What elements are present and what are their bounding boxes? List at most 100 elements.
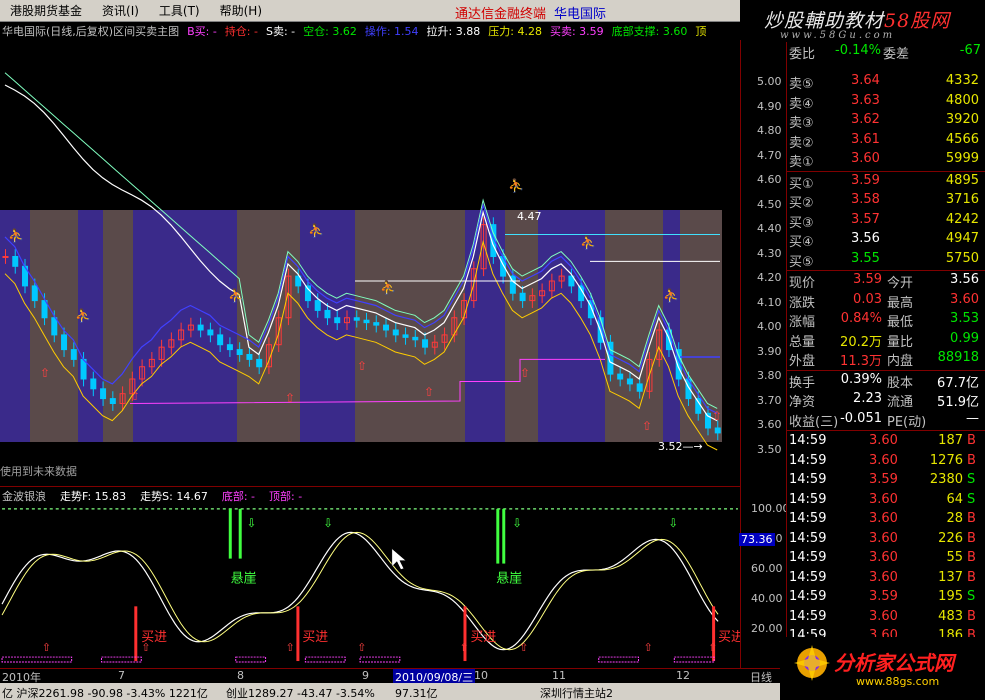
candle-body (402, 334, 409, 338)
header-field: 底部支撑: 3.60 (611, 25, 688, 38)
menu-help[interactable]: 帮助(H) (210, 2, 272, 19)
quote-cell: 14:59 (789, 589, 827, 604)
menu-tools[interactable]: 工具(T) (149, 2, 210, 19)
quote-cell: 买⑤ (789, 254, 814, 270)
quote-cell: 14:59 (789, 472, 827, 487)
quote-cell: 3.60 (869, 550, 898, 565)
bottom-zone (673, 656, 715, 663)
quote-cell: 外盘 (789, 354, 816, 369)
up-arrow-icon: ⇧ (40, 366, 50, 380)
quote-cell: 137 (938, 569, 963, 585)
cliff-label: 悬崖 (496, 571, 522, 586)
brand-title: 炒股輔助教材58股网 (764, 10, 951, 32)
up-arrow-icon: ⇧ (520, 366, 530, 380)
quote-cell: 55 (946, 550, 963, 565)
buy-level-row: 买③ 3.57 4242 (787, 211, 982, 231)
runner-icon: ⛹ (228, 287, 244, 304)
up-arrow-icon: ⇧ (130, 389, 140, 403)
status-server: 深圳行情主站2 (540, 687, 613, 700)
date-tick: 10 (474, 669, 488, 682)
quote-cell: 4895 (945, 172, 979, 188)
candle-body (246, 354, 253, 360)
sub-tick: 40.00 (751, 592, 783, 605)
up-arrow-icon: ⇧ (643, 641, 652, 654)
quote-cell: 3.60 (869, 491, 898, 507)
stats-row: 外盘 11.3万 内盘 88918 (787, 349, 982, 369)
candle-body (12, 256, 19, 267)
quote-ratio-row: 委比 -0.14% 委差 -67 (787, 42, 982, 62)
header-field: 华电国际(日线,后复权)区间买卖主图 (2, 25, 180, 38)
quote-cell: 67.7亿 (937, 375, 979, 391)
quote-cell: 买④ (789, 235, 814, 250)
candle-body (412, 336, 419, 341)
buy-label: 买进 (470, 630, 496, 645)
quote-cell: 4332 (945, 73, 979, 88)
candle-body (617, 373, 624, 380)
up-arrow-icon: ⇧ (285, 391, 295, 405)
candle-body (109, 398, 116, 405)
runner-icon: ⛹ (75, 307, 91, 324)
quote-cell: 28 (946, 511, 963, 526)
quote-cell: 3.60 (869, 608, 898, 624)
top-bar (238, 508, 242, 559)
sub-header-field: 金波银浪 (2, 490, 46, 503)
quote-cell: 187 (938, 433, 963, 448)
quote-cell: 88918 (937, 350, 979, 365)
quote-cell: 20.2万 (840, 334, 882, 350)
quote-cell: 3.59 (869, 589, 898, 604)
menu-info[interactable]: 资讯(I) (92, 2, 149, 19)
sell-level-row: 卖④ 3.63 4800 (787, 92, 982, 112)
signal-band (505, 210, 538, 442)
main-candlestick-chart[interactable]: ⛹ ⛹ ⛹ ⛹ ⛹ ⛹ ⛹ ⛹ ⇧ ⇧ ⇧ ⇧ ⇧ ⇧ ⇧ ⇧ 4.47 3.52—→ 使用到未来数据 (0, 40, 740, 486)
up-arrow-icon: ⇧ (357, 641, 366, 654)
runner-icon: ⛹ (380, 279, 396, 296)
bottom-zone (235, 656, 267, 663)
candle-body (70, 349, 77, 360)
quote-cell: 14:59 (789, 491, 827, 507)
buy-label: 买进 (302, 630, 328, 645)
quote-cell: 量比 (887, 334, 914, 350)
quote-cell: 涨幅 (789, 315, 816, 330)
buy-level-row: 买⑤ 3.55 5750 (787, 250, 982, 270)
status-amount: 97.31亿 (395, 687, 438, 700)
quote-panel: 委比 -0.14% 委差 -67 卖⑤ 3.64 4332 卖④ 3.63 4800 卖③ 3.62 3… (786, 42, 985, 682)
bottom-bar (296, 606, 300, 662)
quote-cell: B (967, 550, 976, 565)
up-arrow-icon: ⇧ (712, 409, 722, 423)
price-tick: 4.60 (757, 173, 782, 186)
quote-cell: 3.60 (869, 511, 898, 526)
price-tick: 4.50 (757, 197, 782, 211)
quote-cell: 0.84% (840, 311, 882, 326)
quote-cell: 226 (938, 530, 963, 546)
candle-body (61, 334, 68, 351)
quote-cell: 2.23 (853, 391, 882, 406)
candle-body (314, 300, 321, 311)
quote-cell: 3.60 (869, 433, 898, 448)
wave-indicator-chart[interactable]: ⇩⇩⇩⇩⇧⇧⇧⇧⇧⇧⇧⇧悬崖悬崖买进买进买进买进S (0, 486, 740, 668)
quote-cell: 涨跌 (789, 295, 816, 311)
quote-cell: 3.62 (851, 112, 880, 127)
logo-text: 分析家公式网 (834, 651, 954, 675)
tick-row: 14:59 3.60 55 B (787, 549, 982, 568)
stats-row: 现价 3.59 今开 3.56 (787, 271, 982, 291)
up-arrow-icon: ⇧ (519, 641, 528, 654)
cliff-label: 悬崖 (231, 571, 257, 586)
header-field: 操作: 1.54 (364, 25, 419, 38)
runner-icon: ⛹ (8, 227, 24, 244)
quote-cell: — (966, 410, 979, 426)
quote-cell: 14:59 (789, 608, 827, 624)
sub-tick: 60.00 (751, 562, 783, 575)
candle-body (353, 317, 360, 321)
candle-body (422, 339, 429, 348)
buy-label: 买进 (141, 630, 167, 645)
logo-icon (794, 645, 830, 681)
down-arrow-icon: ⇩ (247, 516, 257, 530)
top-bar (496, 508, 500, 564)
header-field: S卖: - (265, 25, 296, 38)
candle-body (636, 383, 643, 392)
quote-cell: 0.03 (853, 291, 882, 307)
status-bar: 亿 沪深2261.98 -90.98 -3.43% 1221亿 创业1289.2… (0, 683, 780, 700)
quote-cell: 卖④ (789, 96, 814, 112)
menu-hk-futures[interactable]: 港股期货基金 (0, 2, 92, 19)
fund-row: 净资 2.23 流通 51.9亿 (787, 390, 982, 410)
